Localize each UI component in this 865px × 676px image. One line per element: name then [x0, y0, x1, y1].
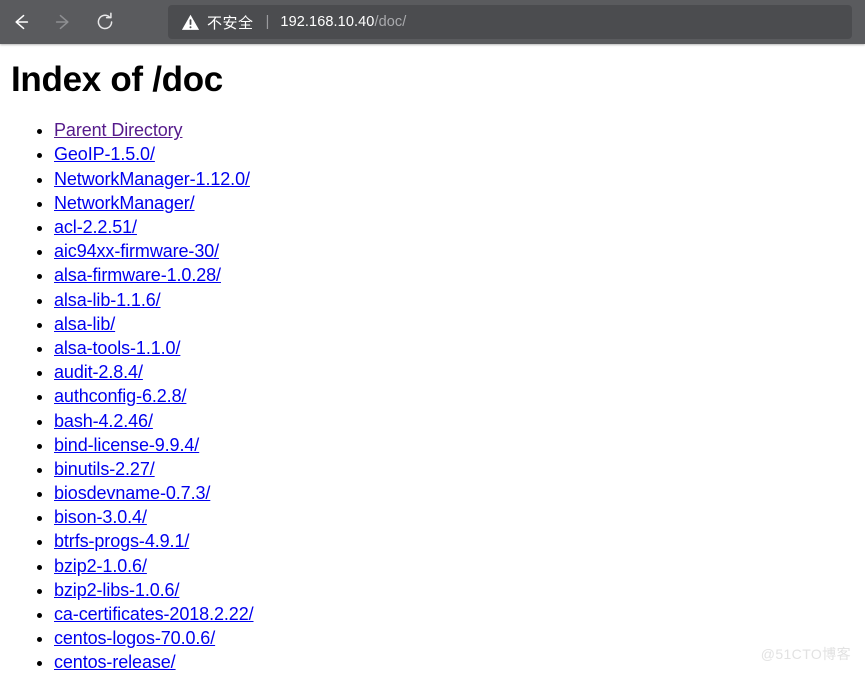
- list-item: NetworkManager/: [54, 191, 865, 215]
- directory-link[interactable]: GeoIP-1.5.0/: [54, 144, 155, 164]
- list-item: centos-logos-70.0.6/: [54, 626, 865, 650]
- browser-toolbar: 不安全 | 192.168.10.40/doc/: [0, 0, 865, 44]
- directory-link[interactable]: authconfig-6.2.8/: [54, 386, 187, 406]
- url-path: /doc/: [374, 14, 407, 30]
- list-item: bzip2-1.0.6/: [54, 554, 865, 578]
- list-item: alsa-tools-1.1.0/: [54, 336, 865, 360]
- directory-link[interactable]: bzip2-1.0.6/: [54, 556, 147, 576]
- watermark: @51CTO博客: [760, 646, 851, 662]
- address-bar-separator: |: [265, 12, 270, 30]
- list-item: btrfs-progs-4.9.1/: [54, 529, 865, 553]
- back-button[interactable]: [0, 0, 42, 44]
- directory-link[interactable]: alsa-firmware-1.0.28/: [54, 265, 221, 285]
- list-item: binutils-2.27/: [54, 457, 865, 481]
- directory-link[interactable]: bash-4.2.46/: [54, 411, 153, 431]
- directory-link[interactable]: Parent Directory: [54, 120, 183, 140]
- list-item: bzip2-libs-1.0.6/: [54, 578, 865, 602]
- directory-link[interactable]: audit-2.8.4/: [54, 362, 143, 382]
- directory-link[interactable]: aic94xx-firmware-30/: [54, 241, 219, 261]
- directory-link[interactable]: btrfs-progs-4.9.1/: [54, 531, 189, 551]
- page-title: Index of /doc: [11, 60, 223, 99]
- arrow-right-icon: [52, 11, 74, 33]
- list-item: aic94xx-firmware-30/: [54, 239, 865, 263]
- directory-link[interactable]: alsa-lib-1.1.6/: [54, 290, 161, 310]
- list-item: bison-3.0.4/: [54, 505, 865, 529]
- list-item: ca-certificates-2018.2.22/: [54, 602, 865, 626]
- list-item: NetworkManager-1.12.0/: [54, 167, 865, 191]
- directory-link[interactable]: binutils-2.27/: [54, 459, 155, 479]
- directory-link[interactable]: biosdevname-0.7.3/: [54, 483, 210, 503]
- reload-icon: [94, 11, 116, 33]
- warning-triangle-icon[interactable]: [181, 13, 200, 32]
- directory-link[interactable]: NetworkManager/: [54, 193, 195, 213]
- directory-link[interactable]: bind-license-9.9.4/: [54, 435, 199, 455]
- directory-link[interactable]: centos-release/: [54, 652, 176, 672]
- list-item: Parent Directory: [54, 118, 865, 142]
- directory-link[interactable]: acl-2.2.51/: [54, 217, 137, 237]
- address-bar[interactable]: 不安全 | 192.168.10.40/doc/: [168, 5, 852, 39]
- list-item: audit-2.8.4/: [54, 360, 865, 384]
- directory-link[interactable]: bzip2-libs-1.0.6/: [54, 580, 179, 600]
- directory-link[interactable]: NetworkManager-1.12.0/: [54, 169, 250, 189]
- list-item: GeoIP-1.5.0/: [54, 142, 865, 166]
- url-text[interactable]: 192.168.10.40/doc/: [280, 14, 406, 30]
- list-item: centos-release/: [54, 650, 865, 674]
- directory-link[interactable]: alsa-tools-1.1.0/: [54, 338, 180, 358]
- directory-link[interactable]: centos-logos-70.0.6/: [54, 628, 215, 648]
- directory-listing: Parent Directory GeoIP-1.5.0/NetworkManag…: [0, 118, 865, 674]
- list-item: bind-license-9.9.4/: [54, 433, 865, 457]
- reload-button[interactable]: [84, 0, 126, 44]
- list-item: acl-2.2.51/: [54, 215, 865, 239]
- directory-link[interactable]: alsa-lib/: [54, 314, 115, 334]
- list-item: bash-4.2.46/: [54, 409, 865, 433]
- list-item: alsa-lib-1.1.6/: [54, 288, 865, 312]
- page-content: Index of /doc Parent Directory GeoIP-1.5.…: [0, 44, 865, 676]
- arrow-left-icon: [10, 11, 32, 33]
- directory-link[interactable]: bison-3.0.4/: [54, 507, 147, 527]
- list-item: alsa-lib/: [54, 312, 865, 336]
- list-item: biosdevname-0.7.3/: [54, 481, 865, 505]
- list-item: authconfig-6.2.8/: [54, 384, 865, 408]
- security-status-label: 不安全: [207, 14, 254, 32]
- list-item: alsa-firmware-1.0.28/: [54, 263, 865, 287]
- url-host: 192.168.10.40: [280, 14, 375, 30]
- directory-link[interactable]: ca-certificates-2018.2.22/: [54, 604, 254, 624]
- forward-button[interactable]: [42, 0, 84, 44]
